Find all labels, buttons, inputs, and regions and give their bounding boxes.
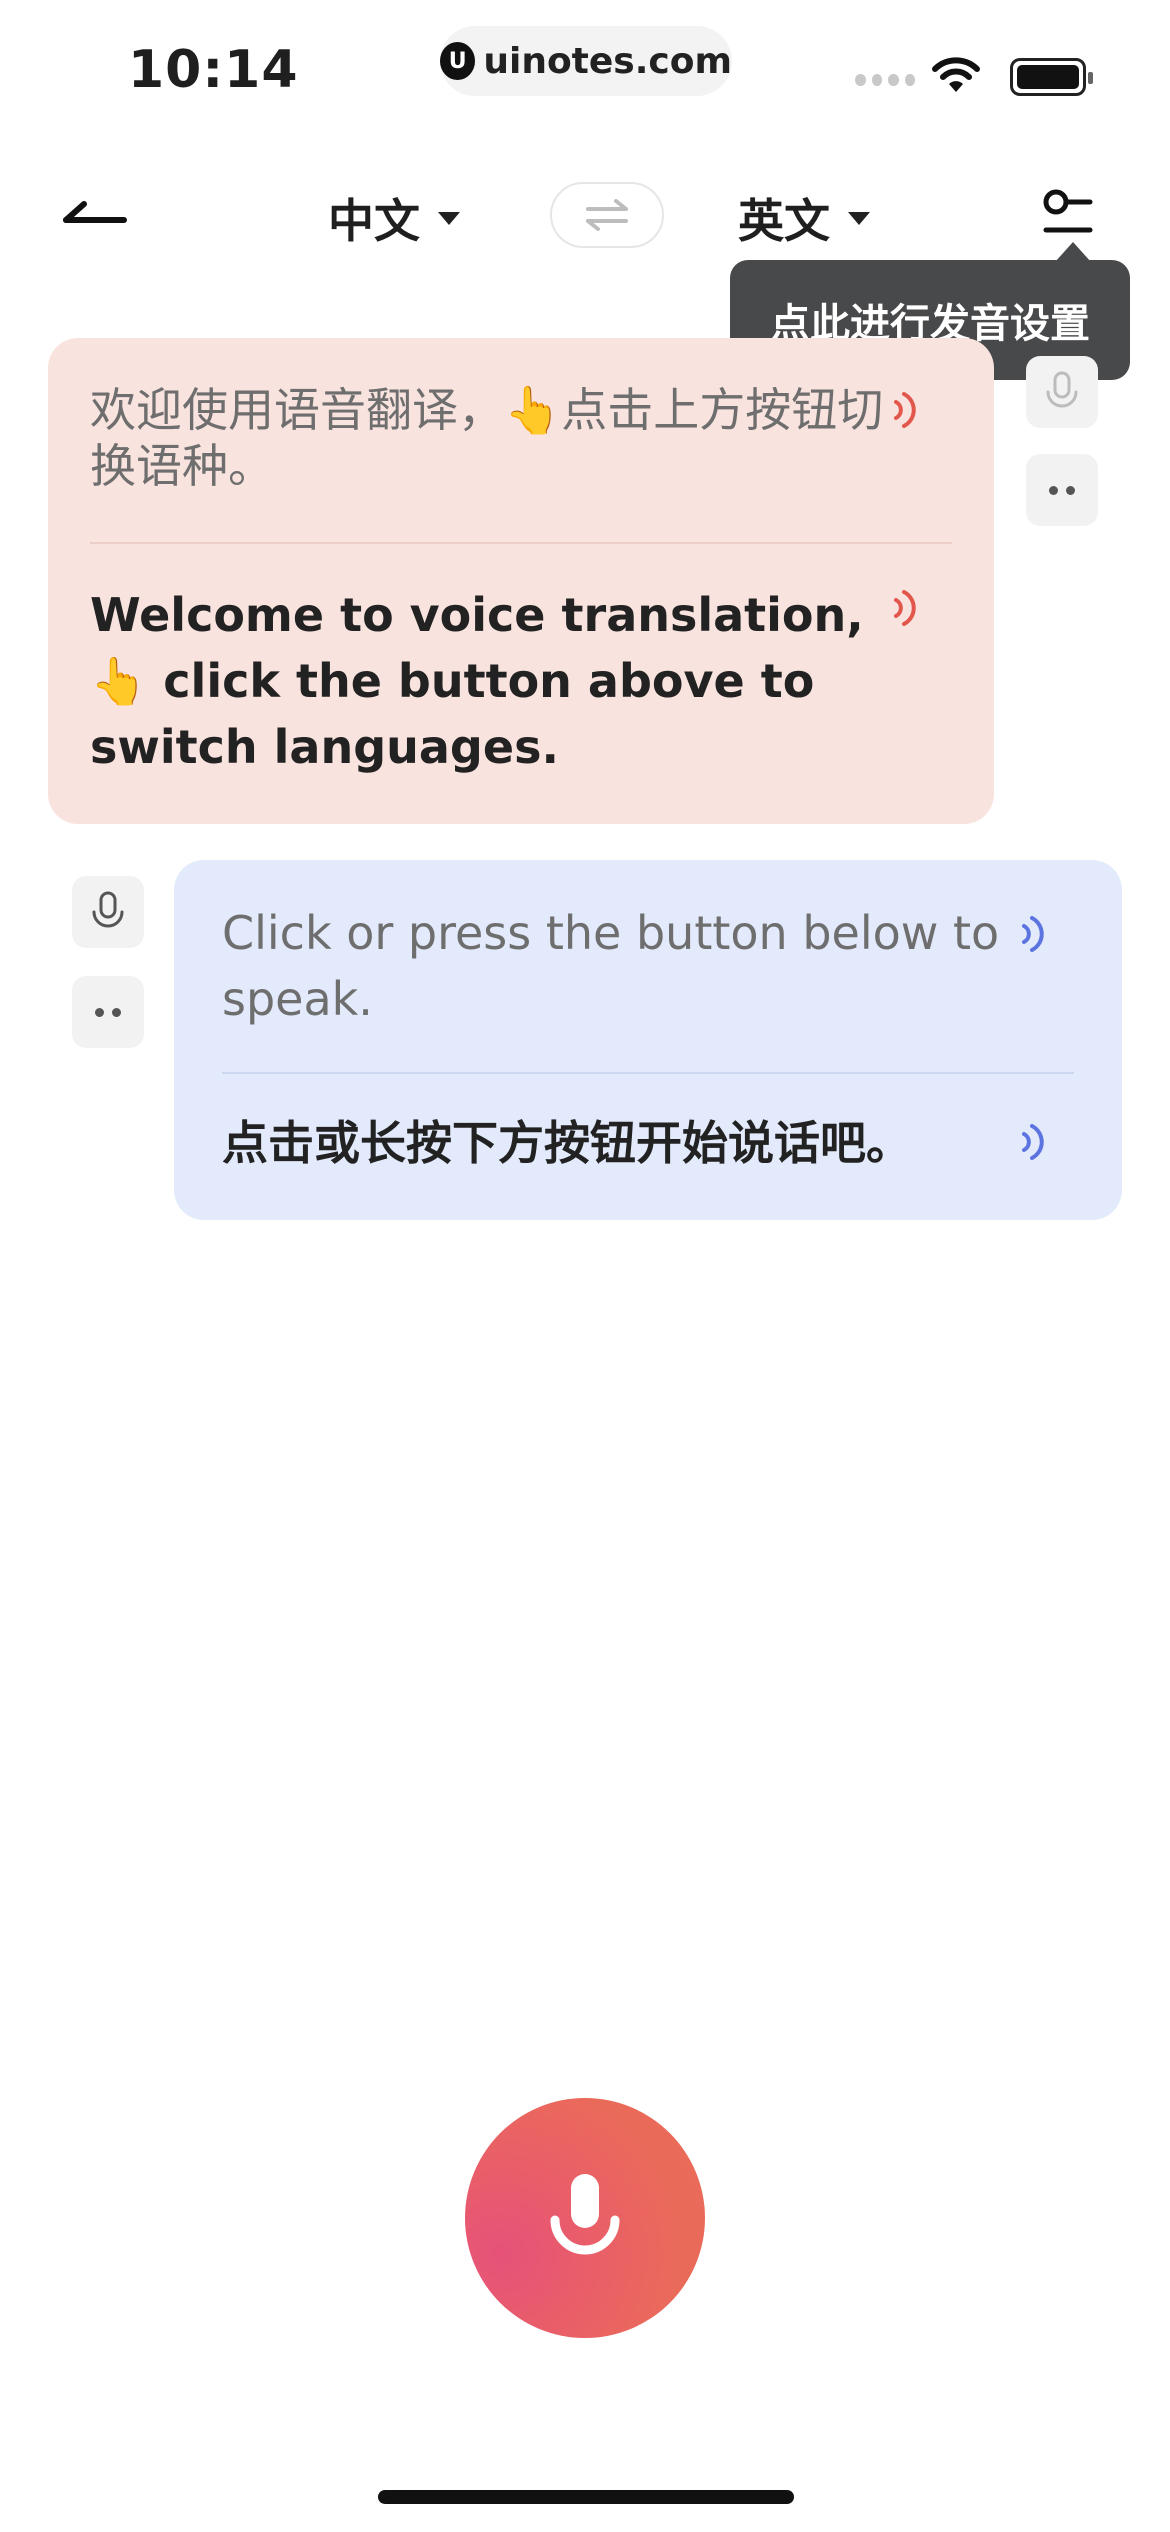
more-dots-icon [1049, 485, 1075, 495]
source-text: 欢迎使用语音翻译，👆点击上方按钮切换语种。 [90, 383, 884, 493]
cellular-signal-icon [855, 74, 915, 88]
speaker-wave-icon[interactable] [890, 390, 924, 430]
site-logo-icon: U [440, 42, 476, 80]
speaker-wave-icon[interactable] [890, 588, 924, 628]
caret-down-icon [438, 211, 460, 225]
microphone-icon [92, 891, 124, 928]
record-voice-button[interactable] [72, 876, 144, 948]
url-text: uinotes.com [483, 40, 732, 82]
home-indicator [378, 2490, 794, 2504]
back-arrow-icon[interactable] [60, 186, 130, 242]
source-text: Click or press the button below to speak… [222, 906, 1000, 1026]
target-language-selector[interactable]: 英文 [738, 185, 870, 251]
translated-text: 点击或长按下方按钮开始说话吧。 [222, 1116, 912, 1170]
status-time: 10:14 [128, 40, 299, 100]
url-pill[interactable]: U uinotes.com [440, 26, 732, 96]
caret-down-icon [848, 211, 870, 225]
record-voice-button[interactable] [1026, 356, 1098, 428]
more-dots-icon [95, 1007, 121, 1017]
divider [222, 1072, 1074, 1074]
source-language-label: 中文 [328, 194, 420, 248]
message-bubble-right[interactable]: Click or press the button below to speak… [174, 860, 1122, 1220]
message-bubble-left[interactable]: 欢迎使用语音翻译，👆点击上方按钮切换语种。 Welcome to voice t… [48, 338, 994, 824]
hold-to-speak-button[interactable] [465, 2098, 705, 2338]
target-language-label: 英文 [738, 194, 830, 248]
microphone-icon [550, 2174, 620, 2255]
pronunciation-settings-icon[interactable] [1040, 188, 1096, 244]
divider [90, 542, 952, 544]
speaker-wave-icon[interactable] [1018, 914, 1052, 954]
more-options-button[interactable] [1026, 454, 1098, 526]
translated-text: Welcome to voice translation, 👆 click th… [90, 588, 864, 774]
source-language-selector[interactable]: 中文 [328, 185, 460, 251]
battery-icon [1010, 58, 1093, 96]
wifi-icon [932, 57, 980, 92]
microphone-icon [1046, 371, 1078, 408]
swap-languages-icon [586, 199, 628, 231]
more-options-button[interactable] [72, 976, 144, 1048]
tooltip-arrow [1055, 242, 1091, 262]
speaker-wave-icon[interactable] [1018, 1122, 1052, 1162]
swap-languages-button[interactable] [550, 182, 664, 248]
